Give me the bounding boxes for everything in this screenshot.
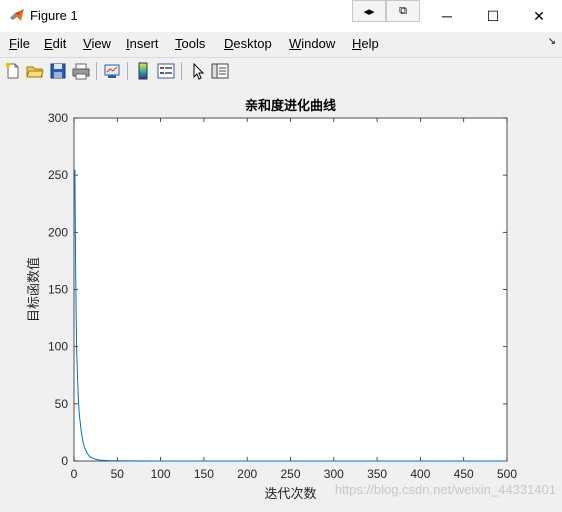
y-tick-label: 150 — [48, 283, 68, 297]
x-tick-label: 400 — [410, 467, 430, 481]
x-tick-label: 250 — [280, 467, 300, 481]
arrows-icon: ◂▸ — [363, 5, 375, 18]
dock-toggle-button[interactable]: ◂▸ — [352, 0, 386, 22]
legend-icon[interactable] — [157, 62, 175, 80]
window-titlebar: Figure 1 ◂▸ ⧉ ─ ☐ ✕ — [0, 0, 562, 32]
y-tick-label: 0 — [61, 454, 68, 468]
x-axis-label: 迭代次数 — [264, 486, 316, 501]
x-tick-label: 100 — [151, 467, 171, 481]
x-tick-label: 450 — [454, 467, 474, 481]
menu-window[interactable]: Window — [289, 36, 335, 51]
minimize-icon: ─ — [442, 8, 452, 24]
watermark-text: https://blog.csdn.net/weixin_44331401 — [335, 482, 556, 497]
menu-insert[interactable]: Insert — [126, 36, 159, 51]
new-file-icon[interactable] — [4, 62, 22, 80]
colorbar-icon[interactable] — [134, 62, 152, 80]
property-editor-icon[interactable] — [211, 62, 229, 80]
close-icon: ✕ — [533, 7, 545, 24]
x-tick-label: 300 — [324, 467, 344, 481]
close-button[interactable]: ✕ — [516, 0, 562, 32]
y-tick-label: 100 — [48, 340, 68, 354]
pointer-icon[interactable] — [189, 62, 207, 80]
y-axis-label: 目标函数值 — [26, 257, 41, 322]
print-icon[interactable] — [72, 62, 90, 80]
menu-tools[interactable]: Tools — [175, 36, 205, 51]
x-tick-label: 350 — [367, 467, 387, 481]
axes-background — [73, 117, 508, 462]
maximize-icon: ☐ — [486, 7, 500, 24]
x-tick-label: 150 — [194, 467, 214, 481]
toolbar-separator — [96, 62, 97, 80]
y-tick-label: 50 — [55, 397, 69, 411]
window-title: Figure 1 — [30, 8, 78, 23]
x-tick-label: 500 — [497, 467, 517, 481]
open-folder-icon[interactable] — [26, 62, 44, 80]
menu-view[interactable]: View — [83, 36, 111, 51]
menu-desktop[interactable]: Desktop — [224, 36, 272, 51]
maximize-button[interactable]: ☐ — [470, 0, 516, 32]
x-tick-label: 50 — [111, 467, 125, 481]
menu-overflow-arrow-icon[interactable]: ↘ — [548, 36, 556, 47]
y-tick-label: 300 — [48, 111, 68, 125]
y-tick-label: 200 — [48, 225, 68, 239]
minimize-button[interactable]: ─ — [424, 0, 470, 32]
link-plot-icon[interactable] — [103, 62, 121, 80]
x-tick-label: 200 — [237, 467, 257, 481]
menu-help[interactable]: Help — [352, 36, 379, 51]
menu-bar: File Edit View Insert Tools Desktop Wind… — [0, 32, 562, 56]
y-tick-label: 250 — [48, 168, 68, 182]
x-tick-label: 0 — [71, 467, 78, 481]
chart-title: 亲和度进化曲线 — [245, 98, 336, 113]
figure-canvas[interactable]: 0 50 100 150 200 250 300 350 400 450 500 0 50 100 150 2… — [0, 84, 562, 507]
toolbar-separator — [181, 62, 182, 80]
menu-edit[interactable]: Edit — [44, 36, 66, 51]
save-icon[interactable] — [49, 62, 67, 80]
undock-button[interactable]: ⧉ — [386, 0, 420, 22]
menu-file[interactable]: File — [9, 36, 30, 51]
matlab-logo-icon — [10, 9, 24, 21]
undock-icon: ⧉ — [399, 4, 407, 17]
toolbar-separator — [127, 62, 128, 80]
chart[interactable]: 0 50 100 150 200 250 300 350 400 450 500 0 50 100 150 2… — [0, 84, 562, 507]
figure-toolbar — [0, 57, 562, 85]
